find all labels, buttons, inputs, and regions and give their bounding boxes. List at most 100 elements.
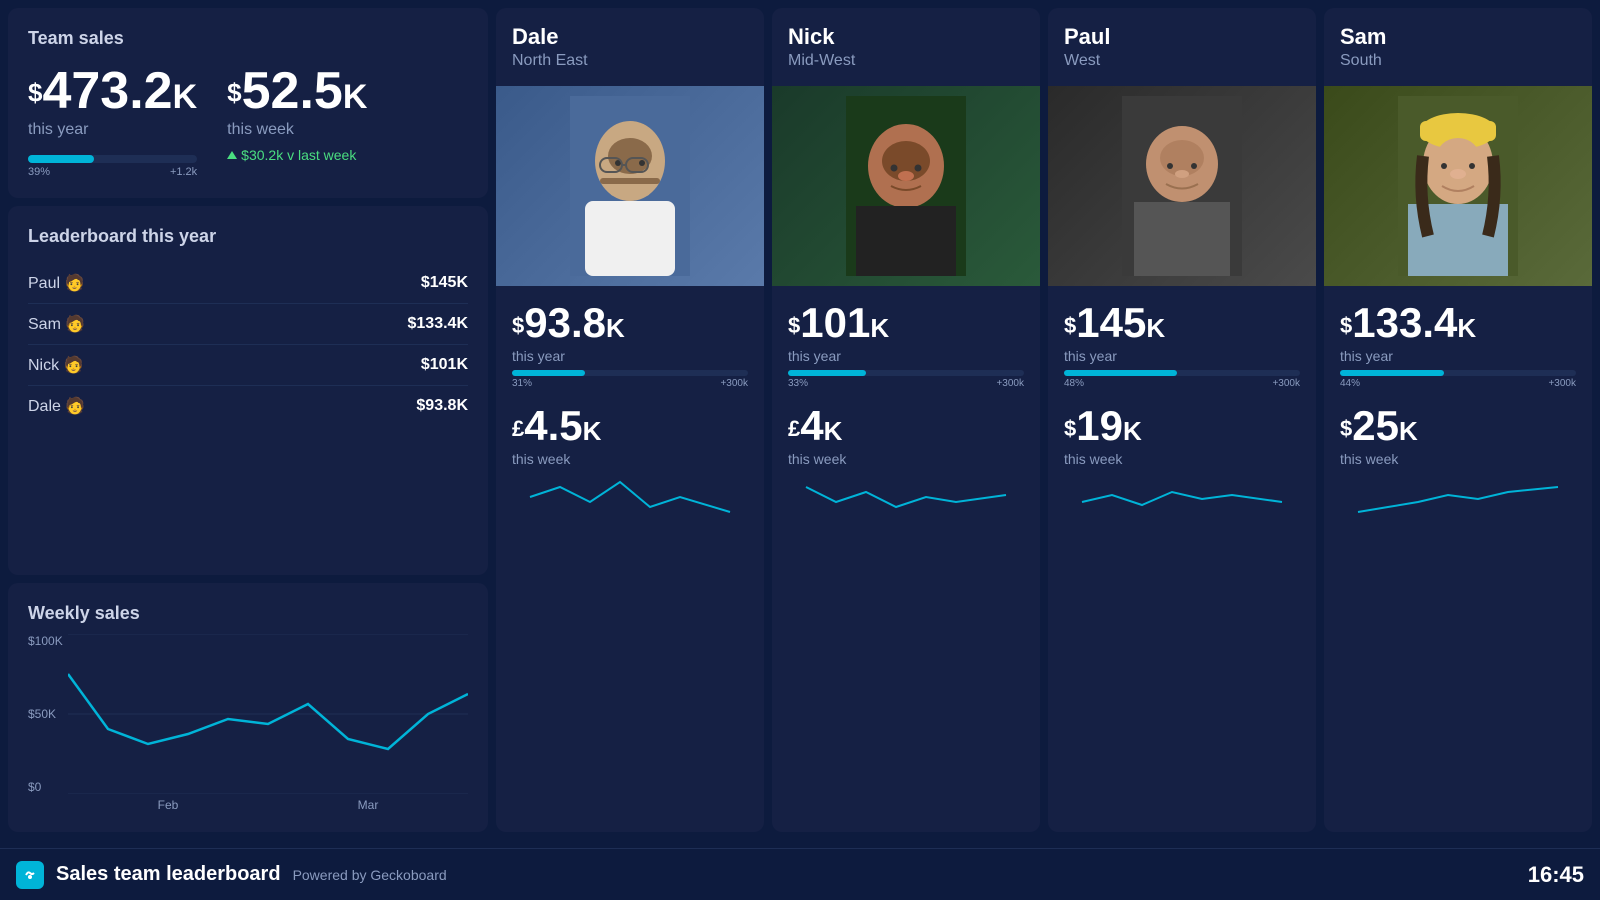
- this-week-trend: $30.2k v last week: [227, 147, 367, 163]
- leaderboard-value-4: $93.8K: [416, 397, 468, 415]
- sam-year-label: this year: [1340, 348, 1576, 364]
- dale-week-num: 4.5: [524, 402, 582, 449]
- team-sales-card: Team sales $473.2K this year 39% +1.2k: [8, 8, 488, 198]
- this-year-label: this year: [28, 121, 197, 139]
- sam-header: Sam South: [1324, 8, 1592, 86]
- paul-name: Paul: [1064, 24, 1300, 50]
- dale-region: North East: [512, 52, 748, 70]
- x-label-mar: Mar: [358, 798, 379, 812]
- this-week-label: this week: [227, 121, 367, 139]
- leaderboard-value-1: $145K: [421, 274, 468, 292]
- paul-year-progress: 48%+300k: [1064, 370, 1300, 389]
- sam-year-progress: 44%+300k: [1340, 370, 1576, 389]
- chart-y-labels: $100K $50K $0: [28, 634, 63, 794]
- paul-year-label: this year: [1064, 348, 1300, 364]
- this-year-stat: $473.2K this year 39% +1.2k: [28, 65, 197, 178]
- this-year-amount: 473.2: [42, 62, 172, 120]
- paul-header: Paul West: [1048, 8, 1316, 86]
- y-label-100k: $100K: [28, 634, 63, 648]
- trend-up-arrow: [227, 151, 237, 159]
- paul-week-label: this week: [1064, 451, 1300, 467]
- leaderboard-value-3: $101K: [421, 356, 468, 374]
- nick-year-currency: $: [788, 313, 800, 338]
- nick-year-stat: $101K this year 33%+300k: [788, 302, 1024, 389]
- sam-photo: [1324, 86, 1592, 286]
- person-card-nick: Nick Mid-West $101K this year: [772, 8, 1040, 832]
- weekly-chart-area: $100K $50K $0: [28, 634, 468, 794]
- dale-progress-pct: 31%: [512, 378, 532, 389]
- this-year-progress-pct: 39%: [28, 166, 50, 178]
- footer-left: Sales team leaderboard Powered by Geckob…: [16, 861, 447, 889]
- nick-week-currency: £: [788, 416, 800, 441]
- paul-week-unit: K: [1123, 416, 1142, 446]
- sam-mini-chart: [1340, 467, 1576, 527]
- person-card-sam: Sam South: [1324, 8, 1592, 832]
- dale-progress-max: +300k: [720, 378, 748, 389]
- this-week-stat: $52.5K this week $30.2k v last week: [227, 65, 367, 163]
- nick-region: Mid-West: [788, 52, 1024, 70]
- leaderboard-name-1: Paul 🧑: [28, 273, 84, 293]
- paul-progress-max: +300k: [1272, 378, 1300, 389]
- sam-week-currency: $: [1340, 416, 1352, 441]
- this-year-progress-bar: [28, 155, 94, 163]
- this-year-progress-labels: 39% +1.2k: [28, 166, 197, 178]
- sam-year-amount: $133.4K: [1340, 302, 1576, 344]
- footer-title: Sales team leaderboard: [56, 863, 281, 886]
- dale-year-stat: $93.8K this year 31%+300k: [512, 302, 748, 389]
- paul-year-amount: $145K: [1064, 302, 1300, 344]
- leaderboard-name-3: Nick 🧑: [28, 355, 83, 375]
- sam-year-stat: $133.4K this year 44%+300k: [1340, 302, 1576, 389]
- x-label-feb: Feb: [158, 798, 179, 812]
- person-card-dale: Dale North East $93.8K: [496, 8, 764, 832]
- dale-week-currency: £: [512, 416, 524, 441]
- sam-year-num: 133.4: [1352, 299, 1457, 346]
- nick-year-progress: 33%+300k: [788, 370, 1024, 389]
- sam-progress-max: +300k: [1548, 378, 1576, 389]
- paul-year-currency: $: [1064, 313, 1076, 338]
- weekly-chart-svg: [68, 634, 468, 794]
- person-card-paul: Paul West $145K this year: [1048, 8, 1316, 832]
- nick-photo-svg: [846, 96, 966, 276]
- sam-week-amount: $25K: [1340, 405, 1576, 447]
- table-row: Sam 🧑 $133.4K: [28, 304, 468, 345]
- this-week-unit: K: [343, 78, 368, 116]
- sam-stats: $133.4K this year 44%+300k $25K this wee…: [1324, 286, 1592, 832]
- weekly-sales-title: Weekly sales: [28, 603, 468, 624]
- paul-year-unit: K: [1146, 313, 1165, 343]
- paul-stats: $145K this year 48%+300k $19K this week: [1048, 286, 1316, 832]
- dale-week-amount: £4.5K: [512, 405, 748, 447]
- table-row: Dale 🧑 $93.8K: [28, 386, 468, 426]
- nick-progress-max: +300k: [996, 378, 1024, 389]
- paul-week-amount: $19K: [1064, 405, 1300, 447]
- dale-header: Dale North East: [496, 8, 764, 86]
- paul-year-num: 145: [1076, 299, 1146, 346]
- dale-mini-chart: [512, 467, 748, 527]
- nick-year-num: 101: [800, 299, 870, 346]
- nick-week-label: this week: [788, 451, 1024, 467]
- paul-week-currency: $: [1064, 416, 1076, 441]
- sam-photo-svg: [1398, 96, 1518, 276]
- weekly-sales-card: Weekly sales $100K $50K $0 Feb: [8, 583, 488, 832]
- dale-week-label: this week: [512, 451, 748, 467]
- nick-week-stat: £4K this week: [788, 405, 1024, 532]
- nick-name: Nick: [788, 24, 1024, 50]
- paul-mini-chart: [1064, 467, 1300, 527]
- leaderboard-name-4: Dale 🧑: [28, 396, 85, 416]
- leaderboard-list: Paul 🧑 $145K Sam 🧑 $133.4K Nick 🧑 $101K …: [28, 263, 468, 426]
- dale-year-num: 93.8: [524, 299, 606, 346]
- dale-stats: $93.8K this year 31%+300k £4.5K this wee…: [496, 286, 764, 832]
- footer: Sales team leaderboard Powered by Geckob…: [0, 848, 1600, 900]
- nick-week-num: 4: [800, 402, 823, 449]
- leaderboard-title: Leaderboard this year: [28, 226, 468, 247]
- dale-year-progress: 31% +300k: [512, 370, 748, 389]
- nick-week-unit: K: [824, 416, 843, 446]
- dale-year-unit: K: [606, 313, 625, 343]
- this-year-currency: $: [28, 78, 42, 108]
- nick-photo: [772, 86, 1040, 286]
- nick-year-unit: K: [870, 313, 889, 343]
- y-label-50k: $50K: [28, 707, 63, 721]
- nick-week-amount: £4K: [788, 405, 1024, 447]
- leaderboard-name-2: Sam 🧑: [28, 314, 85, 334]
- nick-year-amount: $101K: [788, 302, 1024, 344]
- dale-year-amount: $93.8K: [512, 302, 748, 344]
